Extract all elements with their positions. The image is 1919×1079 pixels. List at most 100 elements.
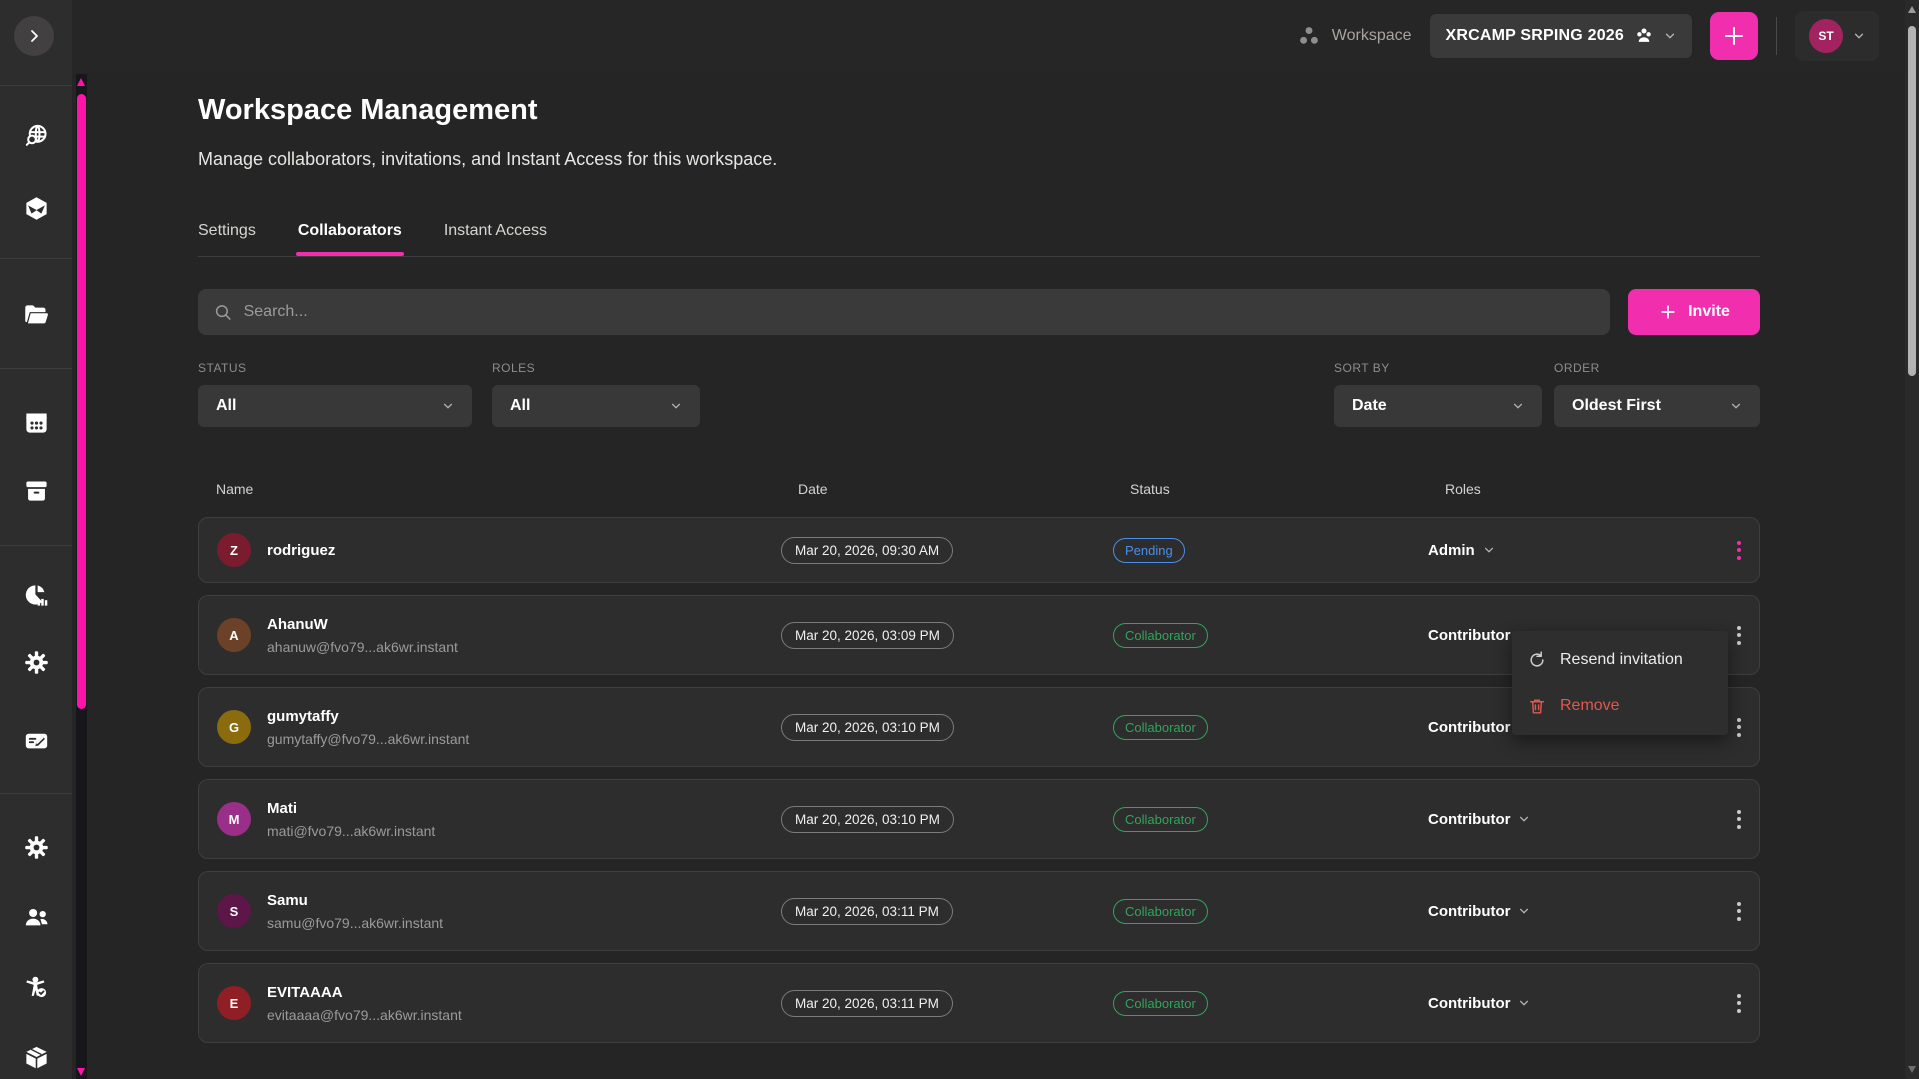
main-content: Workspace Management Manage collaborator…	[72, 72, 1905, 1079]
sidebar-divider	[0, 368, 72, 369]
date-pill: Mar 20, 2026, 03:11 PM	[781, 990, 953, 1017]
window-scrollbar[interactable]	[1905, 0, 1919, 1079]
page-subtitle: Manage collaborators, invitations, and I…	[198, 149, 1760, 170]
table-row: Z rodriguez Mar 20, 2026, 09:30 AM Pendi…	[198, 517, 1760, 583]
gear-icon	[23, 649, 50, 676]
sidebar-expand-button[interactable]	[14, 16, 54, 56]
search-box[interactable]	[198, 289, 1610, 335]
status-filter-select[interactable]: All	[198, 385, 472, 427]
chevron-down-icon	[1853, 30, 1865, 42]
refresh-icon	[1527, 650, 1547, 670]
role-dropdown[interactable]: Contributor	[1428, 995, 1719, 1012]
plus-icon	[1722, 24, 1746, 48]
gear-icon	[23, 834, 50, 861]
scroll-down-arrow-icon[interactable]	[1908, 1066, 1916, 1073]
avatar: G	[217, 710, 251, 744]
status-badge: Collaborator	[1113, 623, 1208, 648]
scroll-down-arrow-icon[interactable]	[77, 1068, 85, 1076]
asset-cube-icon	[23, 195, 50, 222]
archive-box-icon	[23, 477, 50, 504]
sidebar-item-members[interactable]	[21, 902, 51, 932]
tab-bar: Settings Collaborators Instant Access	[198, 222, 1760, 256]
sidebar-item-packages[interactable]	[21, 1042, 51, 1072]
table-header: Name Date Status Roles	[198, 481, 1760, 517]
sidebar-item-archive[interactable]	[21, 475, 51, 505]
row-menu-button[interactable]	[1719, 988, 1759, 1019]
sidebar-item-notes[interactable]	[21, 725, 51, 755]
scroll-up-arrow-icon[interactable]	[77, 78, 85, 86]
analytics-pie-icon	[23, 582, 50, 609]
content-scrollbar-vertical[interactable]	[76, 74, 87, 1079]
table-row: E EVITAAAA evitaaaa@fvo79...ak6wr.instan…	[198, 963, 1760, 1043]
tab-instant-access[interactable]: Instant Access	[444, 222, 547, 256]
menu-item-resend-invitation[interactable]: Resend invitation	[1512, 637, 1728, 683]
menu-item-remove[interactable]: Remove	[1512, 683, 1728, 729]
plus-icon	[1658, 302, 1678, 322]
table-row: M Mati mati@fvo79...ak6wr.instant Mar 20…	[198, 779, 1760, 859]
collaborator-email: mati@fvo79...ak6wr.instant	[267, 823, 435, 839]
sidebar-item-asset-library[interactable]	[21, 193, 51, 223]
search-input[interactable]	[244, 303, 1594, 321]
column-status: Status	[1112, 481, 1427, 497]
collaborator-email: evitaaaa@fvo79...ak6wr.instant	[267, 1007, 462, 1023]
topbar: Workspace XRCAMP SRPING 2026 ST	[72, 0, 1905, 72]
package-icon	[23, 1044, 50, 1071]
order-filter-select[interactable]: Oldest First	[1554, 385, 1760, 427]
chevron-down-icon	[1512, 400, 1524, 412]
status-filter-label: STATUS	[198, 361, 472, 375]
status-badge: Collaborator	[1113, 715, 1208, 740]
chevron-down-icon	[1518, 997, 1530, 1009]
roles-filter-label: ROLES	[492, 361, 700, 375]
row-menu-button[interactable]	[1719, 896, 1759, 927]
date-pill: Mar 20, 2026, 03:10 PM	[781, 806, 954, 833]
sidebar-item-projects[interactable]	[21, 300, 51, 330]
sidebar-item-workspace-settings[interactable]	[21, 832, 51, 862]
status-badge: Collaborator	[1113, 991, 1208, 1016]
invite-button[interactable]: Invite	[1628, 289, 1760, 335]
row-menu-button[interactable]	[1719, 535, 1759, 566]
sidebar-item-web-search[interactable]	[21, 120, 51, 150]
table-row: S Samu samu@fvo79...ak6wr.instant Mar 20…	[198, 871, 1760, 951]
row-menu-button[interactable]	[1719, 804, 1759, 835]
sortby-filter-select[interactable]: Date	[1334, 385, 1542, 427]
column-name: Name	[198, 481, 780, 497]
avatar: E	[217, 986, 251, 1020]
avatar: M	[217, 802, 251, 836]
collaborator-email: ahanuw@fvo79...ak6wr.instant	[267, 639, 458, 655]
sidebar-item-settings[interactable]	[21, 647, 51, 677]
workspace-name: XRCAMP SRPING 2026	[1446, 27, 1624, 45]
chevron-right-icon	[27, 29, 41, 43]
role-dropdown[interactable]: Contributor	[1428, 903, 1719, 920]
column-date: Date	[780, 481, 1112, 497]
sidebar-item-attendance[interactable]	[21, 972, 51, 1002]
person-check-icon	[23, 974, 50, 1001]
sidebar-item-apps[interactable]	[21, 407, 51, 437]
user-menu[interactable]: ST	[1795, 11, 1879, 61]
chevron-down-icon	[1518, 905, 1530, 917]
column-roles: Roles	[1427, 481, 1720, 497]
people-icon	[23, 904, 50, 931]
web-search-icon	[23, 122, 50, 149]
collaborator-name: Samu	[267, 892, 443, 909]
role-dropdown[interactable]: Contributor	[1428, 811, 1719, 828]
date-pill: Mar 20, 2026, 03:09 PM	[781, 622, 954, 649]
workspace-emoji-icon	[1634, 26, 1654, 46]
scroll-up-arrow-icon[interactable]	[1908, 6, 1916, 13]
date-pill: Mar 20, 2026, 03:10 PM	[781, 714, 954, 741]
status-badge: Collaborator	[1113, 807, 1208, 832]
role-dropdown[interactable]: Admin	[1428, 542, 1719, 559]
sidebar-divider	[0, 545, 72, 546]
tab-settings[interactable]: Settings	[198, 222, 256, 256]
scrollbar-thumb[interactable]	[77, 94, 86, 709]
sidebar-item-analytics[interactable]	[21, 580, 51, 610]
workspace-label: Workspace	[1296, 23, 1412, 49]
avatar: Z	[217, 533, 251, 567]
scrollbar-thumb[interactable]	[1908, 26, 1916, 376]
workspace-logo-icon	[1296, 23, 1322, 49]
roles-filter-select[interactable]: All	[492, 385, 700, 427]
tab-collaborators[interactable]: Collaborators	[298, 222, 402, 256]
workspace-selector[interactable]: XRCAMP SRPING 2026	[1430, 14, 1692, 58]
avatar: A	[217, 618, 251, 652]
create-new-button[interactable]	[1710, 12, 1758, 60]
page-title: Workspace Management	[198, 94, 1760, 127]
